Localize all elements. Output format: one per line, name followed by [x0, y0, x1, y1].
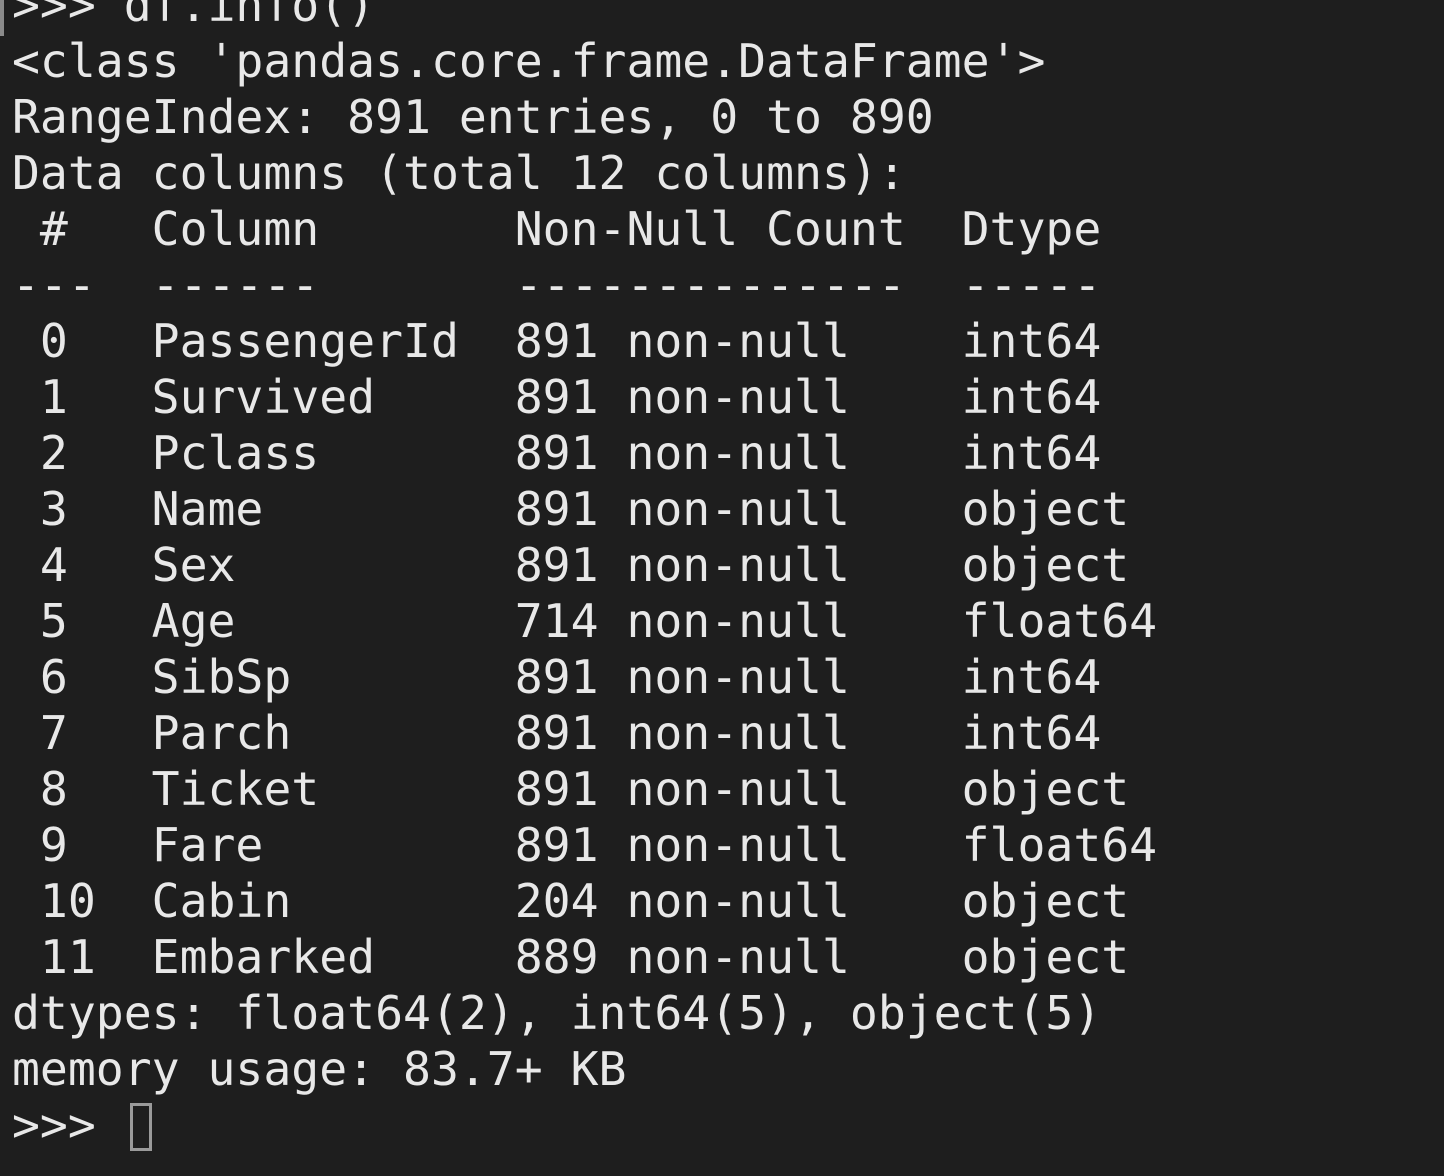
table-row: 9 Fare 891 non-null float64	[12, 818, 1158, 872]
dtypes-line: dtypes: float64(2), int64(5), object(5)	[12, 986, 1102, 1040]
table-row: 0 PassengerId 891 non-null int64	[12, 314, 1158, 368]
command-line: >>> df.info()	[12, 0, 376, 32]
data-columns-line: Data columns (total 12 columns):	[12, 146, 906, 200]
terminal-output: >>> df.info() <class 'pandas.core.frame.D…	[12, 0, 1157, 1153]
prompt: >>>	[12, 1098, 124, 1152]
table-separator: --- ------ -------------- -----	[12, 258, 1158, 312]
table-row: 3 Name 891 non-null object	[12, 482, 1158, 536]
memory-usage-line: memory usage: 83.7+ KB	[12, 1042, 627, 1096]
table-row: 5 Age 714 non-null float64	[12, 594, 1158, 648]
table-row: 11 Embarked 889 non-null object	[12, 930, 1158, 984]
table-row: 4 Sex 891 non-null object	[12, 538, 1158, 592]
scrollbar-edge[interactable]	[0, 0, 4, 36]
class-line: <class 'pandas.core.frame.DataFrame'>	[12, 34, 1046, 88]
range-index-line: RangeIndex: 891 entries, 0 to 890	[12, 90, 934, 144]
table-row: 6 SibSp 891 non-null int64	[12, 650, 1158, 704]
text-cursor[interactable]	[129, 1103, 152, 1151]
terminal-window[interactable]: >>> df.info() <class 'pandas.core.frame.D…	[0, 0, 1444, 1176]
table-row: 2 Pclass 891 non-null int64	[12, 426, 1158, 480]
table-row: 1 Survived 891 non-null int64	[12, 370, 1158, 424]
table-row: 7 Parch 891 non-null int64	[12, 706, 1158, 760]
input-prompt-line[interactable]: >>>	[12, 1097, 1157, 1153]
table-header: # Column Non-Null Count Dtype	[12, 202, 1158, 256]
table-row: 8 Ticket 891 non-null object	[12, 762, 1158, 816]
table-row: 10 Cabin 204 non-null object	[12, 874, 1158, 928]
